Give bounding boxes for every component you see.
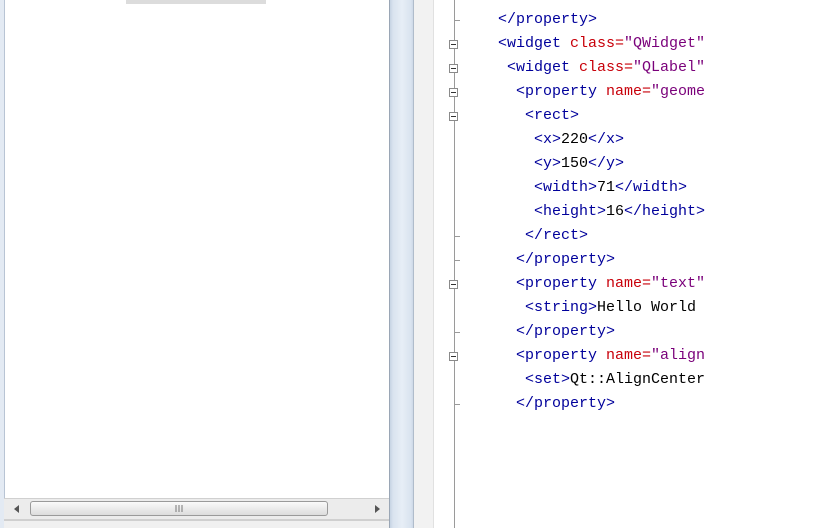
code-token-tag: <property — [516, 83, 598, 100]
scroll-left-icon — [13, 505, 19, 513]
code-token-tag: </property> — [516, 395, 616, 412]
pane-splitter[interactable] — [390, 0, 414, 528]
fold-guide-line — [454, 0, 455, 528]
code-token-val: "text" — [651, 275, 706, 292]
scrollbar-thumb[interactable] — [30, 501, 328, 516]
code-token-tag: <rect> — [525, 107, 580, 124]
code-token-attr: name= — [606, 347, 652, 364]
code-token-text: 220 — [561, 131, 589, 148]
code-token-tag: <widget — [498, 35, 562, 52]
xml-code-editor[interactable]: </property> <widget class="QWidget" <widge… — [414, 0, 828, 528]
fold-toggle-icon[interactable] — [449, 280, 458, 289]
code-token-tag: <width> — [534, 179, 598, 196]
code-token-tag: <height> — [534, 203, 607, 220]
scroll-left-button[interactable] — [6, 499, 26, 519]
code-token-attr: class= — [570, 35, 625, 52]
fold-toggle-icon[interactable] — [449, 40, 458, 49]
code-token-tag: </y> — [588, 155, 625, 172]
code-token-text: 150 — [561, 155, 589, 172]
code-token-tag: </x> — [588, 131, 625, 148]
code-line[interactable]: <set>Qt::AlignCenter — [525, 368, 705, 392]
code-line[interactable]: <height>16</height> — [534, 200, 705, 224]
fold-end-marker — [454, 404, 460, 405]
code-token-text: 71 — [597, 179, 616, 196]
tree-pane-left-border — [0, 0, 5, 528]
code-token-tag: <property — [516, 275, 598, 292]
code-line[interactable]: </property> — [498, 8, 597, 32]
code-line[interactable]: <y>150</y> — [534, 152, 624, 176]
code-token-attr: name= — [606, 83, 652, 100]
fold-toggle-icon[interactable] — [449, 112, 458, 121]
code-token-attr: class= — [579, 59, 634, 76]
fold-end-marker — [454, 260, 460, 261]
code-line[interactable]: <x>220</x> — [534, 128, 624, 152]
code-token-tag: </width> — [615, 179, 688, 196]
code-token-text: Hello World — [597, 299, 697, 316]
code-token-tag: <y> — [534, 155, 562, 172]
code-token-val: "QLabel" — [633, 59, 706, 76]
code-token-tag: </rect> — [525, 227, 589, 244]
code-line[interactable]: <string>Hello World — [525, 296, 696, 320]
code-line[interactable]: </rect> — [525, 224, 588, 248]
code-token-tag: <set> — [525, 371, 571, 388]
code-token-tag: </property> — [498, 11, 598, 28]
code-token-tag: </property> — [516, 323, 616, 340]
code-line[interactable]: <property name="geome — [516, 80, 705, 104]
code-token-val: "geome — [651, 83, 706, 100]
code-token-tag: </property> — [516, 251, 616, 268]
code-line[interactable]: </property> — [516, 392, 615, 416]
code-line[interactable]: <property name="text" — [516, 272, 705, 296]
tree-pane-status-edge — [4, 520, 389, 528]
code-token-text: Qt::AlignCenter — [570, 371, 706, 388]
code-line[interactable]: <width>71</width> — [534, 176, 687, 200]
editor-margin — [414, 0, 434, 528]
code-line[interactable]: </property> — [516, 320, 615, 344]
fold-end-marker — [454, 236, 460, 237]
fold-toggle-icon[interactable] — [449, 352, 458, 361]
code-line[interactable]: <widget class="QLabel" — [507, 56, 705, 80]
code-line[interactable]: <property name="align — [516, 344, 705, 368]
code-token-tag: </height> — [624, 203, 706, 220]
scroll-right-icon — [374, 505, 380, 513]
code-token-val: "align — [651, 347, 706, 364]
fold-end-marker — [454, 332, 460, 333]
fold-toggle-icon[interactable] — [449, 64, 458, 73]
scrollbar-grip-icon — [175, 505, 183, 512]
code-line[interactable]: <widget class="QWidget" — [498, 32, 705, 56]
fold-end-marker — [454, 20, 460, 21]
code-token-val: "QWidget" — [624, 35, 706, 52]
code-token-text: 16 — [606, 203, 625, 220]
code-token-tag: <string> — [525, 299, 598, 316]
code-token-attr: name= — [606, 275, 652, 292]
code-line[interactable]: </property> — [516, 248, 615, 272]
fold-toggle-icon[interactable] — [449, 88, 458, 97]
code-token-tag: <property — [516, 347, 598, 364]
tree-header-edge — [126, 0, 266, 4]
code-token-tag: <x> — [534, 131, 562, 148]
scroll-right-button[interactable] — [367, 499, 387, 519]
code-line[interactable]: <rect> — [525, 104, 579, 128]
horizontal-scrollbar[interactable] — [4, 498, 389, 520]
object-tree-pane[interactable] — [0, 0, 390, 528]
code-token-tag: <widget — [507, 59, 571, 76]
